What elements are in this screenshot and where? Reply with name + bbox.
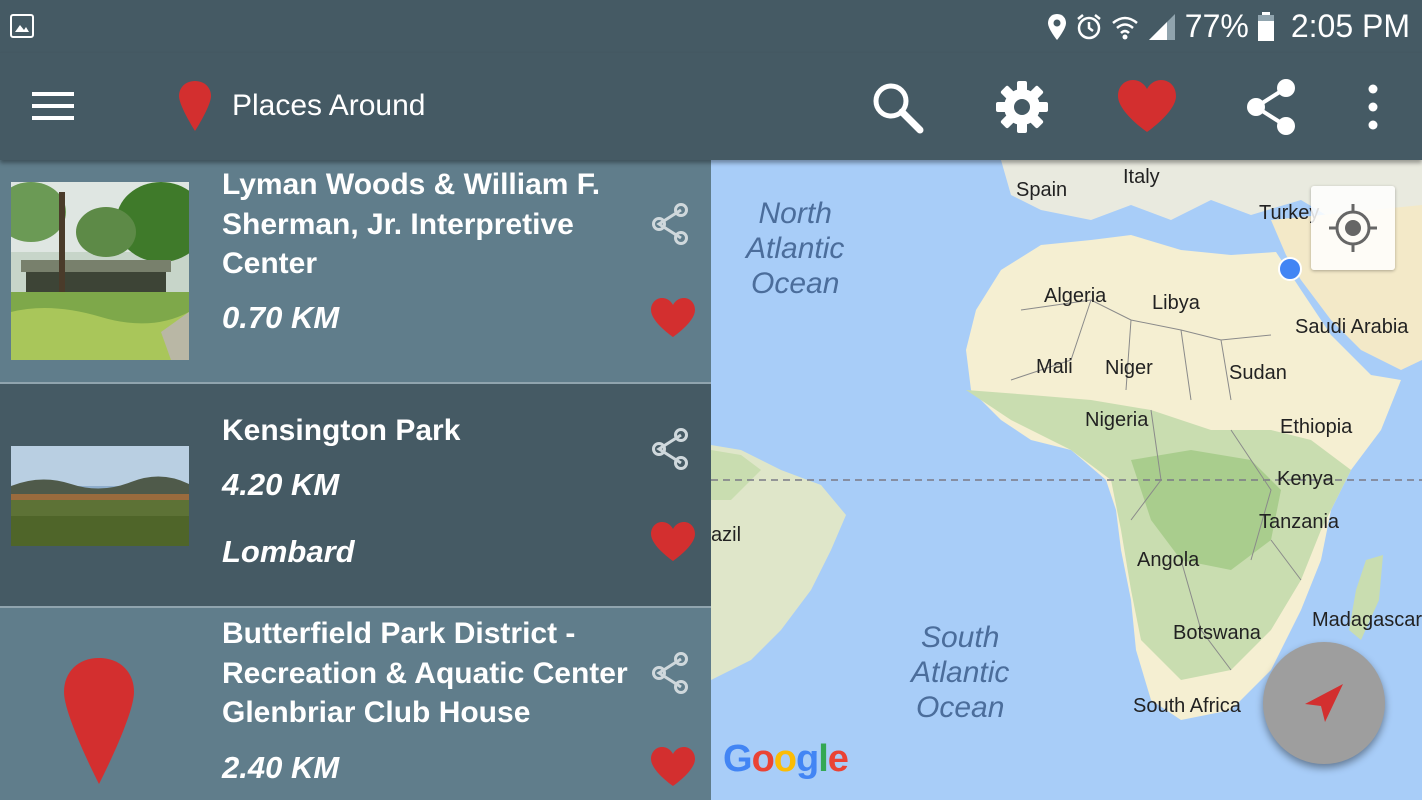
place-photo: [11, 182, 189, 360]
share-icon[interactable]: [650, 428, 690, 470]
share-icon[interactable]: [650, 652, 690, 694]
clock: 2:05 PM: [1290, 8, 1410, 44]
place-city: Lombard: [222, 534, 355, 569]
wifi-icon: [1111, 16, 1138, 39]
app-title: Places Around: [232, 89, 426, 122]
country-label: Sudan: [1229, 362, 1287, 384]
ocean-label: South Atlantic Ocean: [911, 621, 1010, 724]
map-view[interactable]: North Atlantic Ocean South Atlantic Ocean Sp…: [711, 160, 1422, 800]
country-label: Saudi Arabia: [1295, 316, 1409, 338]
country-label: Kenya: [1277, 468, 1334, 490]
battery-icon: [1257, 11, 1274, 41]
country-label: Botswana: [1173, 622, 1261, 644]
country-label: Algeria: [1044, 285, 1107, 307]
place-distance: 4.20 KM: [222, 467, 340, 502]
country-label: South Africa: [1133, 695, 1241, 717]
place-name: Butterfield Park District - Recreation &…: [222, 617, 628, 729]
battery-percent: 77%: [1184, 8, 1249, 44]
search-icon[interactable]: [868, 78, 926, 136]
place-photo: [11, 446, 189, 546]
list-item[interactable]: Kensington Park 4.20 KM Lombard: [0, 384, 711, 606]
share-icon[interactable]: [1242, 78, 1300, 136]
app-toolbar: Places Around: [0, 53, 1422, 160]
signal-icon: [1148, 13, 1175, 40]
share-icon[interactable]: [650, 203, 690, 245]
image-notification-icon: [10, 14, 34, 38]
current-location-dot: [1278, 257, 1302, 281]
country-label: Madagascar: [1312, 609, 1422, 631]
country-label: Spain: [1016, 179, 1068, 201]
navigation-arrow-icon: [1305, 684, 1343, 722]
favorite-heart-icon[interactable]: [650, 297, 696, 339]
overflow-menu-icon[interactable]: [1358, 78, 1388, 136]
place-pin-icon: [64, 658, 134, 784]
country-label: Nigeria: [1085, 409, 1149, 431]
alarm-icon: [1077, 13, 1101, 39]
country-label: Niger: [1105, 357, 1153, 379]
country-label: Tanzania: [1259, 511, 1340, 533]
navigate-fab-button[interactable]: [1263, 642, 1385, 764]
country-label: Ethiopia: [1280, 416, 1353, 438]
settings-gear-icon[interactable]: [993, 78, 1051, 136]
favorites-heart-icon[interactable]: [1116, 78, 1178, 136]
my-location-button[interactable]: [1311, 186, 1395, 270]
place-distance: 2.40 KM: [222, 750, 340, 785]
menu-icon[interactable]: [32, 90, 74, 122]
ocean-label: North Atlantic Ocean: [746, 197, 845, 300]
list-item[interactable]: Butterfield Park District - Recreation &…: [0, 608, 711, 800]
favorite-heart-icon[interactable]: [650, 746, 696, 788]
places-list: Lyman Woods & William F. Sherman, Jr. In…: [0, 160, 711, 800]
favorite-heart-icon[interactable]: [650, 521, 696, 563]
crosshair-icon: [1329, 204, 1377, 252]
place-name: Kensington Park: [222, 414, 461, 447]
country-label: azil: [711, 524, 742, 546]
location-icon: [1047, 13, 1066, 40]
place-name: Lyman Woods & William F. Sherman, Jr. In…: [222, 168, 601, 280]
country-label: Mali: [1036, 356, 1073, 378]
app-pin-icon: [179, 81, 211, 131]
country-label: Italy: [1123, 166, 1160, 188]
country-label: Libya: [1152, 292, 1200, 314]
list-item[interactable]: Lyman Woods & William F. Sherman, Jr. In…: [0, 160, 711, 382]
status-bar: 77% 2:05 PM: [0, 0, 1422, 53]
google-logo: Google: [723, 738, 849, 780]
place-distance: 0.70 KM: [222, 300, 340, 335]
country-label: Angola: [1137, 549, 1200, 571]
